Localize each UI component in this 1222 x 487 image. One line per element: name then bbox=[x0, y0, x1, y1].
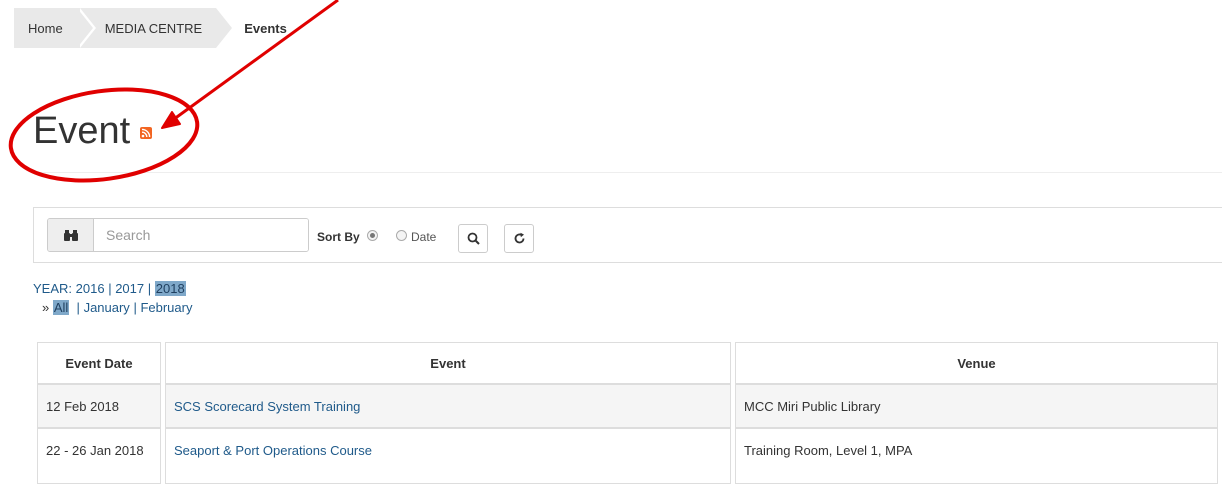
rss-icon[interactable] bbox=[140, 127, 152, 139]
month-all-link[interactable]: All bbox=[52, 300, 70, 315]
year-label: YEAR: bbox=[33, 281, 73, 296]
breadcrumb-home[interactable]: Home bbox=[14, 8, 96, 48]
events-table: Event Date Event Venue 12 Feb 2018 SCS S… bbox=[33, 342, 1222, 484]
year-2017-link[interactable]: 2017 bbox=[115, 281, 144, 296]
year-filter: YEAR: 2016 | 2017 | 2018 bbox=[33, 281, 186, 296]
venue-cell: MCC Miri Public Library bbox=[735, 384, 1218, 428]
reset-button[interactable] bbox=[504, 224, 534, 253]
refresh-icon bbox=[514, 232, 524, 244]
search-panel: Sort By Date bbox=[33, 207, 1222, 263]
month-filter: » All | January | February bbox=[42, 300, 193, 315]
table-row: 12 Feb 2018 SCS Scorecard System Trainin… bbox=[37, 384, 1218, 428]
sort-option-date-radio[interactable] bbox=[396, 230, 407, 241]
event-name-cell: SCS Scorecard System Training bbox=[165, 384, 731, 428]
month-january-link[interactable]: January bbox=[84, 300, 130, 315]
search-group bbox=[47, 218, 309, 252]
search-button[interactable] bbox=[458, 224, 488, 253]
magnifier-icon bbox=[467, 232, 480, 245]
month-prefix: » bbox=[42, 300, 50, 315]
table-row: 22 - 26 Jan 2018 Seaport & Port Operatio… bbox=[37, 428, 1218, 484]
table-header-row: Event Date Event Venue bbox=[37, 342, 1218, 384]
event-date-cell: 12 Feb 2018 bbox=[37, 384, 161, 428]
event-date-cell: 22 - 26 Jan 2018 bbox=[37, 428, 161, 484]
event-link[interactable]: SCS Scorecard System Training bbox=[174, 399, 360, 414]
page-title: Event bbox=[33, 110, 131, 152]
column-header-event[interactable]: Event bbox=[165, 342, 731, 384]
breadcrumb-media-centre[interactable]: MEDIA CENTRE bbox=[76, 8, 232, 48]
event-link[interactable]: Seaport & Port Operations Course bbox=[174, 443, 372, 458]
event-name-cell: Seaport & Port Operations Course bbox=[165, 428, 731, 484]
title-divider bbox=[33, 172, 1222, 173]
month-february-link[interactable]: February bbox=[140, 300, 192, 315]
binoculars-icon bbox=[48, 219, 94, 251]
column-header-venue[interactable]: Venue bbox=[735, 342, 1218, 384]
year-2018-link[interactable]: 2018 bbox=[154, 281, 186, 296]
year-2016-link[interactable]: 2016 bbox=[76, 281, 105, 296]
search-input[interactable] bbox=[94, 219, 308, 251]
sort-option-date-label: Date bbox=[411, 230, 437, 244]
sort-by-label: Sort By bbox=[317, 230, 360, 244]
column-header-event-date[interactable]: Event Date bbox=[37, 342, 161, 384]
venue-cell: Training Room, Level 1, MPA bbox=[735, 428, 1218, 484]
breadcrumb: Home MEDIA CENTRE Events bbox=[14, 8, 287, 48]
sort-option-default-radio[interactable] bbox=[367, 230, 378, 241]
